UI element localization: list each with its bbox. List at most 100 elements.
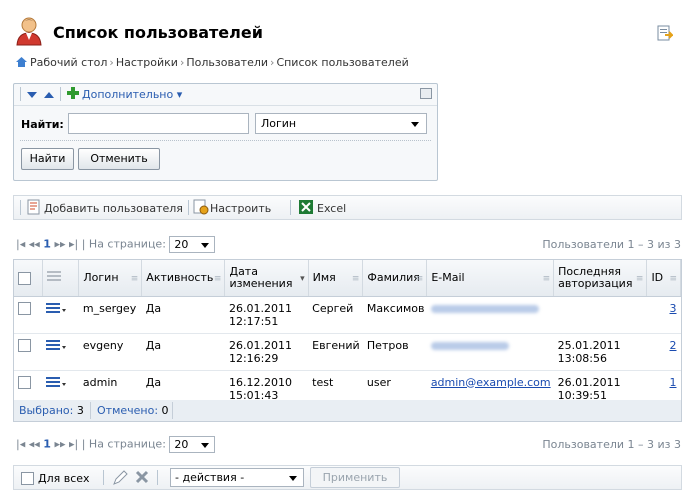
select-all-checkbox[interactable] (18, 271, 31, 285)
cell-email (426, 296, 554, 334)
row-menu-icon[interactable] (46, 376, 67, 393)
table-row[interactable]: m_sergey Да 26.01.2011 12:17:51 Сергей Ма… (14, 296, 681, 334)
apply-button[interactable]: Применить (310, 467, 400, 488)
cell-login: evgeny (78, 333, 142, 371)
first-page-icon[interactable]: |◂ (16, 438, 25, 451)
row-menu-icon[interactable] (46, 302, 67, 319)
cell-date: 26.01.2011 12:17:51 (224, 296, 309, 334)
last-page-icon[interactable]: ▸| (69, 438, 78, 451)
cell-login: m_sergey (78, 296, 142, 334)
redacted-email (430, 304, 539, 313)
pager-count: Пользователи 1 – 3 из 3 (542, 238, 681, 251)
chevron-down-icon (289, 476, 297, 481)
add-user-icon[interactable] (27, 199, 41, 218)
next-page-icon[interactable]: ▸▸ (54, 238, 65, 251)
col-name[interactable]: Имя ≡ (308, 260, 364, 297)
configure-button[interactable]: Настроить (210, 202, 271, 215)
row-checkbox[interactable] (18, 302, 31, 315)
col-date-modified[interactable]: Дата изменения ▾ (224, 260, 309, 297)
col-id[interactable]: ID ≡ (646, 260, 681, 297)
breadcrumb: Рабочий стол › Настройки › Пользователи › Спис… (16, 56, 409, 69)
users-icon (14, 16, 44, 46)
per-page-select[interactable]: 20 (169, 436, 216, 453)
users-table: Логин ≡ Активность ≡ Дата изменения ▾ Имя ≡ … (13, 259, 682, 409)
for-all-label: Для всех (38, 472, 90, 485)
chevron-down-icon (201, 443, 210, 448)
chevron-down-icon (411, 122, 419, 127)
grid-footer: Выбрано: 3 Отмечено: 0 (13, 400, 682, 422)
first-page-icon[interactable]: |◂ (16, 238, 25, 251)
minimize-icon[interactable] (420, 88, 432, 99)
more-filters-button[interactable]: Дополнительно ▾ (82, 88, 182, 101)
divider (20, 140, 431, 141)
add-user-button[interactable]: Добавить пользователя (44, 202, 183, 215)
expand-icon[interactable] (44, 89, 54, 102)
col-surname[interactable]: Фамилия ≡ (362, 260, 428, 297)
delete-icon[interactable] (135, 470, 149, 487)
actions-select[interactable]: - действия - (170, 468, 304, 487)
search-input[interactable] (68, 113, 249, 134)
current-page[interactable]: 1 (43, 438, 51, 451)
add-filter-icon[interactable] (67, 87, 79, 102)
grid-toolbar: Добавить пользователя Настроить Excel (13, 195, 682, 220)
separator (20, 87, 21, 101)
cell-date: 26.01.2011 12:16:29 (224, 333, 309, 371)
separator (290, 200, 291, 215)
next-page-icon[interactable]: ▸▸ (54, 438, 65, 451)
row-menu-icon[interactable] (46, 339, 67, 356)
find-label: Найти: (21, 118, 64, 131)
cell-name: Евгений (308, 333, 363, 371)
chevron-down-icon (201, 243, 210, 248)
separator (60, 87, 61, 101)
last-page-icon[interactable]: ▸| (69, 238, 78, 251)
cell-last-login (553, 296, 647, 334)
per-page-select[interactable]: 20 (169, 236, 216, 253)
col-email[interactable]: E-Mail ≡ (426, 260, 555, 297)
selected-count: Выбрано: 3 (19, 404, 84, 417)
id-link[interactable]: 3 (670, 302, 677, 315)
settings-icon[interactable] (193, 199, 209, 218)
col-login[interactable]: Логин ≡ (78, 260, 143, 297)
breadcrumb-users[interactable]: Пользователи (186, 56, 268, 69)
breadcrumb-desktop[interactable]: Рабочий стол (30, 56, 107, 69)
edit-icon[interactable] (112, 470, 128, 489)
cell-email (426, 333, 554, 371)
breadcrumb-settings[interactable]: Настройки (116, 56, 178, 69)
id-link[interactable]: 1 (670, 376, 677, 389)
find-button[interactable]: Найти (21, 148, 74, 170)
id-link[interactable]: 2 (670, 339, 677, 352)
excel-icon[interactable] (299, 200, 313, 217)
collapse-icon[interactable] (27, 89, 37, 102)
prev-page-icon[interactable]: ◂◂ (29, 238, 40, 251)
email-link[interactable]: admin@example.com (431, 376, 551, 389)
search-field-select[interactable]: Логин (255, 113, 427, 134)
excel-button[interactable]: Excel (317, 202, 346, 215)
col-last-login[interactable]: Последняя авторизация ≡ (553, 260, 648, 297)
breadcrumb-current: Список пользователей (276, 56, 409, 69)
cell-id: 2 (646, 333, 681, 371)
per-page-label: | На странице: (81, 437, 166, 451)
current-page[interactable]: 1 (43, 238, 51, 251)
table-row[interactable]: evgeny Да 26.01.2011 12:16:29 Евгений Пет… (14, 333, 681, 371)
redacted-email (430, 341, 509, 350)
prev-page-icon[interactable]: ◂◂ (29, 438, 40, 451)
row-checkbox[interactable] (18, 376, 31, 389)
list-icon (46, 271, 61, 281)
cancel-button[interactable]: Отменить (78, 148, 160, 170)
export-icon[interactable] (657, 25, 675, 41)
pager-count: Пользователи 1 – 3 из 3 (542, 438, 681, 451)
separator (157, 470, 158, 485)
cell-surname: Максимов (362, 296, 427, 334)
select-all-checkbox-cell (14, 260, 43, 297)
home-icon[interactable] (16, 57, 27, 67)
filter-panel: Дополнительно ▾ Найти: Логин Найти Отмен… (13, 83, 438, 181)
filter-toolbar: Дополнительно ▾ (14, 84, 437, 106)
col-activity[interactable]: Активность ≡ (141, 260, 226, 297)
for-all-checkbox[interactable] (21, 471, 34, 485)
row-checkbox[interactable] (18, 339, 31, 352)
cell-surname: Петров (362, 333, 427, 371)
separator (188, 200, 189, 215)
table-header-row: Логин ≡ Активность ≡ Дата изменения ▾ Имя ≡ … (14, 260, 681, 297)
cell-last-login: 25.01.2011 13:08:56 (553, 333, 647, 371)
pager-top: |◂ ◂◂ 1 ▸▸ ▸| | На странице: 20 (16, 236, 216, 253)
